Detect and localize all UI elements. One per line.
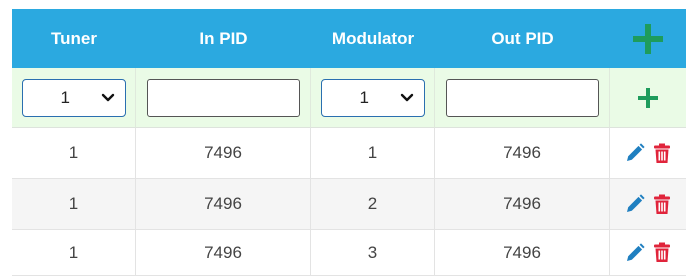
pencil-icon [627,194,645,212]
column-header-in-pid: In PID [199,28,248,48]
out-pid-cell: 7496 [435,128,610,179]
edit-button[interactable] [625,194,645,214]
row-actions [610,230,686,276]
column-header-out-pid: Out PID [491,28,554,48]
delete-button[interactable] [653,242,671,263]
chevron-down-icon [101,93,114,101]
out-pid-cell: 7496 [435,179,610,230]
in-pid-cell: 7496 [136,128,311,179]
tuner-select[interactable]: 1 [21,78,126,117]
column-header-modulator: Modulator [331,28,415,48]
modulator-cell: 2 [311,179,435,230]
pencil-icon [627,143,645,161]
modulator-select[interactable]: 1 [320,78,425,117]
delete-button[interactable] [653,143,671,164]
modulator-cell: 1 [311,128,435,179]
edit-button[interactable] [625,143,645,163]
tuner-cell: 1 [12,179,136,230]
trash-icon [654,194,670,214]
table-header: Tuner In PID Modulator Out PID [12,9,686,68]
add-entry-row: 1 1 [12,68,686,128]
in-pid-input[interactable] [146,78,300,117]
tuner-cell: 1 [12,128,136,179]
modulator-cell: 3 [311,230,435,276]
out-pid-input[interactable] [445,78,599,117]
pid-mapping-table: Tuner In PID Modulator Out PID 1 1 1 749… [12,0,686,276]
delete-button[interactable] [653,194,671,215]
trash-icon [654,143,670,163]
column-header-tuner: Tuner [51,28,97,48]
plus-icon [638,87,658,108]
in-pid-cell: 7496 [136,230,311,276]
out-pid-cell: 7496 [435,230,610,276]
add-entry-button[interactable] [637,87,659,109]
table-row: 1 7496 1 7496 [12,128,686,179]
row-actions [610,128,686,179]
pencil-icon [627,242,645,261]
table-row: 1 7496 3 7496 [12,230,686,276]
modulator-select-value: 1 [359,87,369,107]
tuner-cell: 1 [12,230,136,276]
in-pid-cell: 7496 [136,179,311,230]
header-add-button[interactable] [631,22,665,56]
tuner-select-value: 1 [60,87,70,107]
chevron-down-icon [400,93,413,101]
row-actions [610,179,686,230]
trash-icon [654,242,670,262]
table-row: 1 7496 2 7496 [12,179,686,230]
plus-icon [633,23,663,54]
edit-button[interactable] [625,242,645,263]
